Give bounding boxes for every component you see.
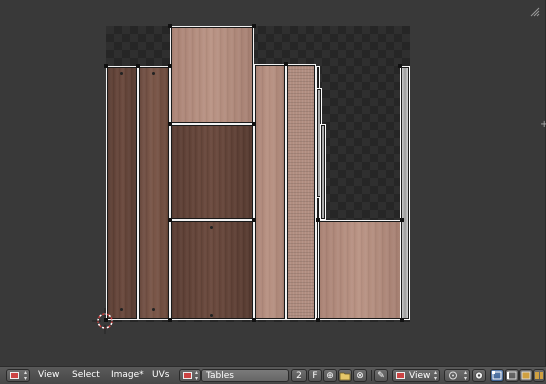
select-mode-edge[interactable] [505,369,519,382]
texture-dot [210,314,213,317]
uv-island[interactable] [170,220,254,320]
pin-icon: ✎ [377,371,385,381]
texture-dot [210,226,213,229]
uv-image-editor-icon [10,372,19,379]
sticky-selection-button[interactable] [472,369,486,382]
uv-vertex[interactable] [168,64,172,68]
display-channel-dropdown[interactable]: View ▴ ▾ [392,369,440,382]
dropdown-arrows-icon: ▴ ▾ [433,369,437,382]
uv-island[interactable] [170,124,254,220]
editor-header: ▴ ▾ View Select Image* UVs ▴ ▾ Tables 2 F … [0,366,546,384]
uv-island[interactable] [254,64,286,320]
uv-vertex[interactable] [168,318,172,322]
uv-island[interactable] [106,66,138,320]
fake-user-label: F [312,371,318,381]
uv-editor-viewport[interactable]: + [0,0,546,366]
dropdown-arrows-icon: ▴ ▾ [23,369,27,382]
image-name: Tables [206,371,234,381]
uv-vertex[interactable] [398,64,402,68]
texture-dot [120,308,123,311]
sidebar-toggle-icon[interactable]: + [540,119,546,131]
dropdown-arrows-icon: ▴ ▾ [194,369,198,382]
menu-image[interactable]: Image* [111,369,144,382]
uv-vertex[interactable] [400,218,404,222]
pin-image-button[interactable]: ✎ [374,369,388,382]
uv-vertex[interactable] [316,218,320,222]
vertex-select-icon [492,371,502,380]
editor-type-selector[interactable]: ▴ ▾ [6,369,30,382]
uv-vertex[interactable] [284,62,288,66]
2d-cursor-icon[interactable] [92,308,118,334]
fake-user-button[interactable]: F [308,369,322,382]
island-select-icon [535,372,543,379]
select-mode-face[interactable] [519,369,533,382]
menu-view[interactable]: View [38,369,59,382]
dropdown-arrows-icon: ▴ ▾ [463,369,467,382]
uv-vertex[interactable] [400,318,404,322]
browse-image-button[interactable]: ▴ ▾ [179,369,201,382]
menu-select[interactable]: Select [72,369,100,382]
separator [371,370,372,381]
pivot-point-dropdown[interactable]: ▴ ▾ [444,369,470,382]
users-count: 2 [291,369,307,382]
menu-uvs[interactable]: UVs [152,369,169,382]
uv-island[interactable] [318,220,402,320]
uv-vertex[interactable] [168,218,172,222]
x-icon: ⊗ [356,371,364,381]
new-image-button[interactable]: ⊕ [323,369,337,382]
texture-dot [152,308,155,311]
uv-vertex[interactable] [252,218,256,222]
display-channel-label: View [409,371,431,381]
uv-vertex[interactable] [252,122,256,126]
uv-vertex[interactable] [168,24,172,28]
uv-island[interactable] [170,26,254,124]
uv-island[interactable] [320,124,326,220]
open-image-button[interactable] [338,369,352,382]
select-mode-island[interactable] [533,369,545,382]
sticky-icon [475,371,483,380]
pivot-icon [449,371,457,380]
image-canvas[interactable] [104,24,410,322]
uv-island[interactable] [400,66,410,320]
image-icon [183,372,192,379]
uv-vertex[interactable] [252,318,256,322]
uv-vertex[interactable] [168,122,172,126]
edge-select-icon [507,371,517,380]
texture-dot [152,72,155,75]
uv-vertex[interactable] [136,64,140,68]
texture-dot [120,72,123,75]
users-count-label: 2 [296,371,302,381]
uv-island[interactable] [286,64,316,320]
unlink-image-button[interactable]: ⊗ [353,369,367,382]
select-mode-vertex[interactable] [490,369,504,382]
image-icon [396,372,405,379]
plus-icon: ⊕ [326,371,334,381]
folder-icon [339,372,351,381]
area-split-corner-icon[interactable] [529,6,540,17]
uv-vertex[interactable] [252,24,256,28]
image-name-field[interactable]: Tables [201,369,289,382]
uv-island[interactable] [138,66,170,320]
face-select-icon [521,371,531,380]
uv-vertex[interactable] [316,318,320,322]
uv-vertex[interactable] [104,64,108,68]
